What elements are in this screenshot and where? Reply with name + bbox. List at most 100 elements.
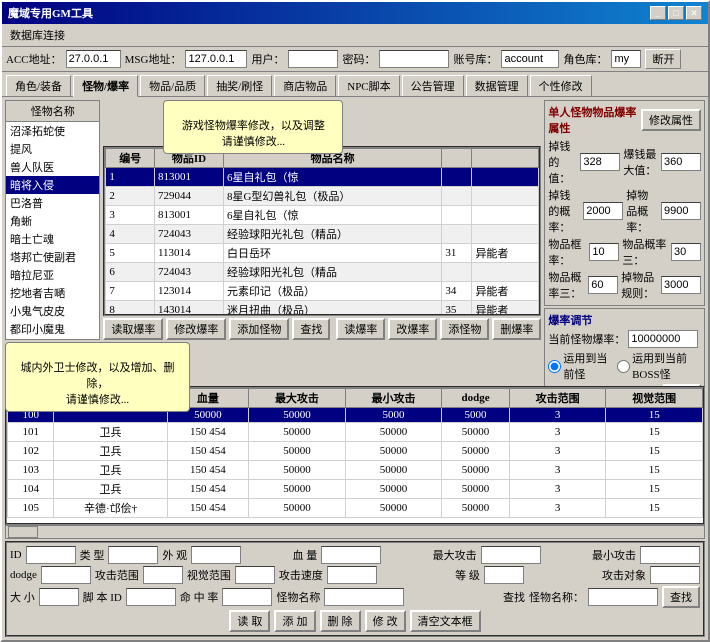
- min-atk-input[interactable]: [640, 546, 700, 564]
- tab-notice[interactable]: 公告管理: [402, 75, 464, 96]
- drop-value-input[interactable]: [580, 153, 620, 171]
- tab-item[interactable]: 物品/品质: [140, 75, 205, 96]
- id-input[interactable]: [26, 546, 76, 564]
- modify-edit-button[interactable]: 修 改: [365, 610, 406, 632]
- item-rule-input[interactable]: [661, 276, 701, 294]
- table-row[interactable]: 8 143014 迷月扭曲（极品） 35 异能者: [106, 301, 539, 317]
- item-drop-input[interactable]: [661, 202, 701, 220]
- level-input[interactable]: [484, 566, 524, 584]
- gcell-minatk: 50000: [345, 461, 442, 480]
- vis-range-input[interactable]: [235, 566, 275, 584]
- table-row[interactable]: 7 123014 元素印记（极品） 34 异能者: [106, 282, 539, 301]
- type-input[interactable]: [108, 546, 158, 564]
- connect-button[interactable]: 断开: [645, 49, 681, 69]
- list-item[interactable]: 挖地者吉嗮: [6, 284, 99, 302]
- item-min-input[interactable]: [589, 243, 619, 261]
- item-pct-label: 物品概率三：: [622, 236, 668, 268]
- table-row[interactable]: 4 724043 经验球阳光礼包（精品）: [106, 225, 539, 244]
- acc-input[interactable]: [66, 50, 121, 68]
- tab-shop[interactable]: 商店物品: [274, 75, 336, 96]
- menu-item-db[interactable]: 数据库连接: [6, 26, 69, 44]
- gcell-type: 辛德·邙侩†: [54, 499, 167, 518]
- db-input[interactable]: [501, 50, 559, 68]
- death-rate-input[interactable]: [222, 588, 272, 606]
- search-monster-input[interactable]: [588, 588, 658, 606]
- list-item[interactable]: 暗将入侵: [6, 176, 99, 194]
- add-monster-button[interactable]: 添加怪物: [229, 318, 289, 340]
- add-button[interactable]: 添 加: [274, 610, 315, 632]
- table-row[interactable]: 5 113014 白日岳环 31 异能者: [106, 244, 539, 263]
- tab-lottery[interactable]: 抽奖/刷怪: [207, 75, 272, 96]
- gcol-hp: 血量: [167, 389, 249, 408]
- speed-input[interactable]: [327, 566, 377, 584]
- tab-monster[interactable]: 怪物/爆率: [73, 75, 138, 97]
- read2-button[interactable]: 读爆率: [336, 318, 385, 340]
- list-item[interactable]: 角蜥: [6, 212, 99, 230]
- list-item[interactable]: 沼泽拓蛇使: [6, 122, 99, 140]
- item-pct-input[interactable]: [671, 243, 701, 261]
- table-row[interactable]: 6 724043 经验球阳光礼包（精品: [106, 263, 539, 282]
- level-label: 等 级: [455, 567, 480, 583]
- modify-rate-button[interactable]: 修改爆率: [166, 318, 226, 340]
- monster-name-input[interactable]: [324, 588, 404, 606]
- dodge-input[interactable]: [41, 566, 91, 584]
- drop-rate-input[interactable]: [583, 202, 623, 220]
- gcell-atkrange: 3: [509, 499, 606, 518]
- list-item[interactable]: 提风: [6, 140, 99, 158]
- monster-list[interactable]: 沼泽拓蛇使 提风 兽人队医 暗将入侵 巴洛普 角蜥 暗土亡魂 塔邦亡使副君 暗拉…: [6, 122, 99, 339]
- delete-button[interactable]: 删爆率: [492, 318, 541, 340]
- appearance-input[interactable]: [191, 546, 241, 564]
- list-item[interactable]: 暗堡士魔盟: [6, 338, 99, 339]
- list-item[interactable]: 巴洛普: [6, 194, 99, 212]
- modify2-button[interactable]: 改爆率: [388, 318, 437, 340]
- read-button[interactable]: 读 取: [229, 610, 270, 632]
- tab-data[interactable]: 数据管理: [466, 75, 528, 96]
- table-row[interactable]: 3 813001 6星自礼包（惊: [106, 206, 539, 225]
- tab-personal[interactable]: 个性修改: [530, 75, 592, 96]
- list-item[interactable]: 兽人队医: [6, 158, 99, 176]
- table-row[interactable]: 100 50000 50000 5000 5000 3 15: [8, 408, 703, 423]
- cell-id: 724043: [154, 263, 223, 282]
- gcell-atkrange: 3: [509, 442, 606, 461]
- window-title: 魔域专用GM工具: [8, 5, 93, 21]
- minimize-button[interactable]: _: [650, 6, 666, 20]
- role-input[interactable]: [611, 50, 641, 68]
- list-item[interactable]: 暗土亡魂: [6, 230, 99, 248]
- search-monster-button[interactable]: 查找: [662, 586, 700, 608]
- list-item[interactable]: 小鬼气皮皮: [6, 302, 99, 320]
- target-input[interactable]: [650, 566, 700, 584]
- horizontal-scrollbar[interactable]: [5, 525, 705, 539]
- clear-button[interactable]: 清空文本框: [410, 610, 481, 632]
- msg-input[interactable]: [185, 50, 247, 68]
- table-row[interactable]: 105 辛德·邙侩† 150 454 50000 50000 50000 3 1…: [8, 499, 703, 518]
- add2-button[interactable]: 添怪物: [440, 318, 489, 340]
- gcell-id: 101: [8, 423, 54, 442]
- item-pct3-input[interactable]: [588, 276, 618, 294]
- list-item[interactable]: 都印小魔鬼: [6, 320, 99, 338]
- tab-character[interactable]: 角色/装备: [6, 75, 71, 96]
- size-input[interactable]: [39, 588, 79, 606]
- atk-range-input[interactable]: [143, 566, 183, 584]
- search-button[interactable]: 查找: [292, 318, 330, 340]
- table-row[interactable]: 102 卫兵 150 454 50000 50000 50000 3 15: [8, 442, 703, 461]
- monster-list-panel: 怪物名称 沼泽拓蛇使 提风 兽人队医 暗将入侵 巴洛普 角蜥 暗土亡魂 塔邦亡使…: [5, 100, 100, 340]
- table-row[interactable]: 103 卫兵 150 454 50000 50000 50000 3 15: [8, 461, 703, 480]
- tab-npc[interactable]: NPC脚本: [338, 75, 399, 96]
- table-row[interactable]: 104 卫兵 150 454 50000 50000 50000 3 15: [8, 480, 703, 499]
- table-row[interactable]: 2 729044 8星G型幻兽礼包（极品）: [106, 187, 539, 206]
- pwd-input[interactable]: [379, 50, 449, 68]
- read-rate-button[interactable]: 读取爆率: [103, 318, 163, 340]
- modify-attrs-button[interactable]: 修改属性: [641, 109, 701, 131]
- table-row[interactable]: 1 813001 6星自礼包（惊: [106, 168, 539, 187]
- delete-edit-button[interactable]: 删 除: [320, 610, 361, 632]
- list-item[interactable]: 塔邦亡使副君: [6, 248, 99, 266]
- table-row[interactable]: 101 卫兵 150 454 50000 50000 50000 3 15: [8, 423, 703, 442]
- list-item[interactable]: 暗拉尼亚: [6, 266, 99, 284]
- hp-input[interactable]: [321, 546, 381, 564]
- close-button[interactable]: ✕: [686, 6, 702, 20]
- max-drop-input[interactable]: [661, 153, 701, 171]
- maximize-button[interactable]: □: [668, 6, 684, 20]
- script-input[interactable]: [126, 588, 176, 606]
- max-atk-input[interactable]: [481, 546, 541, 564]
- user-input[interactable]: [288, 50, 338, 68]
